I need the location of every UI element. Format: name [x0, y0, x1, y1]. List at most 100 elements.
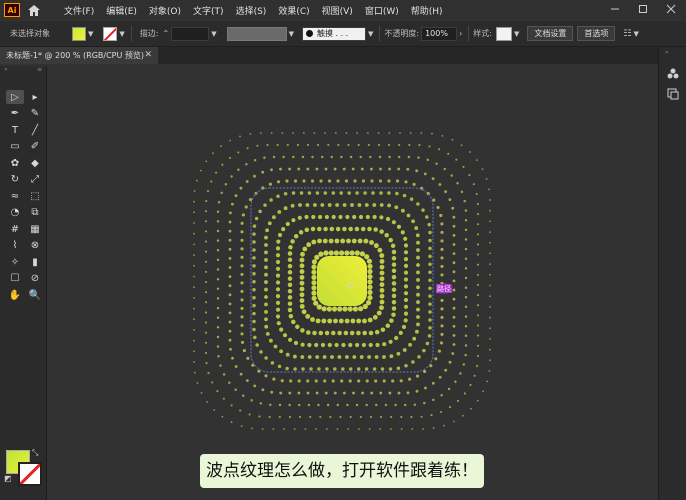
perspective-icon[interactable]: ⧉ [26, 206, 44, 220]
halftone-dot [266, 143, 269, 147]
halftone-dot [390, 428, 392, 430]
shape-builder-icon[interactable]: ◔ [6, 206, 24, 220]
menu-type[interactable]: 文字(T) [187, 4, 230, 17]
stroke-color-box[interactable] [18, 462, 42, 486]
halftone-dot [337, 355, 342, 359]
stepper-icon[interactable]: ⌃ [162, 29, 169, 38]
halftone-dot [307, 355, 312, 359]
menu-edit[interactable]: 编辑(E) [100, 4, 143, 17]
halftone-dot [373, 227, 378, 232]
arrange-icon[interactable]: ☷ [623, 29, 631, 39]
warp-icon[interactable]: ≈ [6, 189, 24, 203]
hand-icon[interactable]: ✋ [6, 288, 24, 302]
graphic-style-swatch[interactable] [495, 26, 512, 41]
chevron-down-icon[interactable]: ▼ [119, 30, 124, 38]
canvas[interactable]: 路径 [48, 66, 656, 500]
halftone-dot [391, 287, 397, 292]
maximize-icon[interactable] [638, 4, 648, 17]
halftone-dot [205, 160, 208, 163]
halftone-dot [239, 186, 243, 190]
curvature-icon[interactable]: ✎ [26, 107, 44, 121]
halftone-dot [336, 403, 340, 407]
artboard-icon[interactable]: ☐ [6, 272, 24, 286]
selection-icon[interactable]: ▷ [6, 90, 24, 104]
eyedropper-icon[interactable]: ⌇ [6, 239, 24, 253]
free-transform-icon[interactable]: ⬚ [26, 189, 44, 203]
chevron-down-icon[interactable]: ▼ [368, 30, 373, 38]
menu-object[interactable]: 对象(O) [143, 4, 187, 17]
halftone-dot [240, 221, 244, 225]
preferences-button[interactable]: 首选项 [577, 26, 616, 41]
close-icon[interactable]: ✕ [144, 47, 152, 64]
chevron-down-icon[interactable]: ▼ [633, 30, 638, 38]
halftone-dot [394, 403, 397, 407]
halftone-dot [373, 243, 379, 249]
halftone-dot [476, 399, 479, 402]
swap-fill-stroke-icon[interactable]: ⤡ [32, 448, 38, 458]
opacity-field[interactable]: 100% [421, 26, 458, 41]
halftone-dot [253, 384, 257, 388]
menu-help[interactable]: 帮助(H) [405, 4, 449, 17]
halftone-dot [431, 132, 433, 135]
symbol-sprayer-icon[interactable]: ✧ [6, 255, 24, 269]
mesh-icon[interactable]: # [6, 222, 24, 236]
menu-view[interactable]: 视图(V) [316, 4, 359, 17]
halftone-dot [311, 264, 317, 270]
document-setup-button[interactable]: 文档设置 [527, 26, 574, 41]
halftone-dot [440, 307, 444, 311]
document-tab[interactable]: 未标题-1* @ 200 % (RGB/CPU 预览) ✕ [0, 47, 158, 64]
expand-icon[interactable]: » [665, 49, 669, 56]
layers-icon[interactable] [666, 87, 680, 101]
chevron-down-icon[interactable]: ▼ [88, 30, 93, 38]
gradient-icon[interactable]: ▦ [26, 222, 44, 236]
halftone-dot [228, 256, 232, 260]
close-icon[interactable] [666, 4, 676, 17]
chevron-down-icon[interactable]: ▼ [514, 30, 519, 38]
halftone-dot [216, 229, 220, 233]
blend-icon[interactable]: ⊗ [26, 239, 44, 253]
menu-file[interactable]: 文件(F) [58, 4, 100, 17]
menu-effect[interactable]: 效果(C) [272, 4, 315, 17]
center-rounded-square[interactable] [317, 256, 367, 306]
halftone-dot [395, 179, 400, 183]
menu-select[interactable]: 选择(S) [230, 4, 273, 17]
chevron-down-icon[interactable]: ▼ [211, 30, 216, 38]
default-colors-icon[interactable]: ◩ [4, 474, 12, 483]
rectangle-icon[interactable]: ▭ [6, 140, 24, 154]
halftone-dot [370, 179, 374, 183]
brush-definition-dropdown[interactable]: 触摸 . . . [301, 26, 366, 41]
type-icon[interactable]: T [6, 123, 24, 137]
halftone-dot [288, 391, 292, 395]
halftone-dot [403, 243, 409, 248]
direct-selection-icon[interactable]: ▸ [26, 90, 44, 104]
variable-width-profile[interactable] [226, 26, 287, 41]
libraries-icon[interactable] [666, 67, 680, 81]
stroke-width-field[interactable] [171, 26, 210, 41]
scale-icon[interactable]: ⤢ [26, 173, 44, 187]
artwork[interactable]: 路径 [48, 66, 656, 500]
chevron-down-icon[interactable]: ▼ [289, 30, 294, 38]
collapse-icon[interactable]: « [4, 66, 8, 76]
halftone-dot [473, 374, 476, 377]
minimize-icon[interactable] [610, 4, 620, 17]
shaper-icon[interactable]: ✿ [6, 156, 24, 170]
stroke-swatch[interactable] [103, 26, 118, 41]
zoom-icon[interactable]: 🔍 [26, 288, 44, 302]
rotate-icon[interactable]: ↻ [6, 173, 24, 187]
fill-swatch[interactable] [72, 26, 86, 41]
halftone-dot [476, 202, 479, 206]
pen-icon[interactable]: ✒ [6, 107, 24, 121]
halftone-dot [318, 330, 324, 336]
halftone-dot [267, 221, 272, 226]
home-icon[interactable] [24, 4, 44, 16]
halftone-dot [228, 211, 232, 215]
chevron-right-icon[interactable]: › [459, 29, 462, 38]
menu-window[interactable]: 窗口(W) [359, 4, 405, 17]
panel-menu-icon[interactable]: ≡ [37, 66, 42, 76]
halftone-dot [368, 330, 374, 336]
paintbrush-icon[interactable]: ✐ [26, 140, 44, 154]
column-graph-icon[interactable]: ▮ [26, 255, 44, 269]
eraser-icon[interactable]: ◆ [26, 156, 44, 170]
slice-icon[interactable]: ⊘ [26, 272, 44, 286]
line-icon[interactable]: ╱ [26, 123, 44, 137]
